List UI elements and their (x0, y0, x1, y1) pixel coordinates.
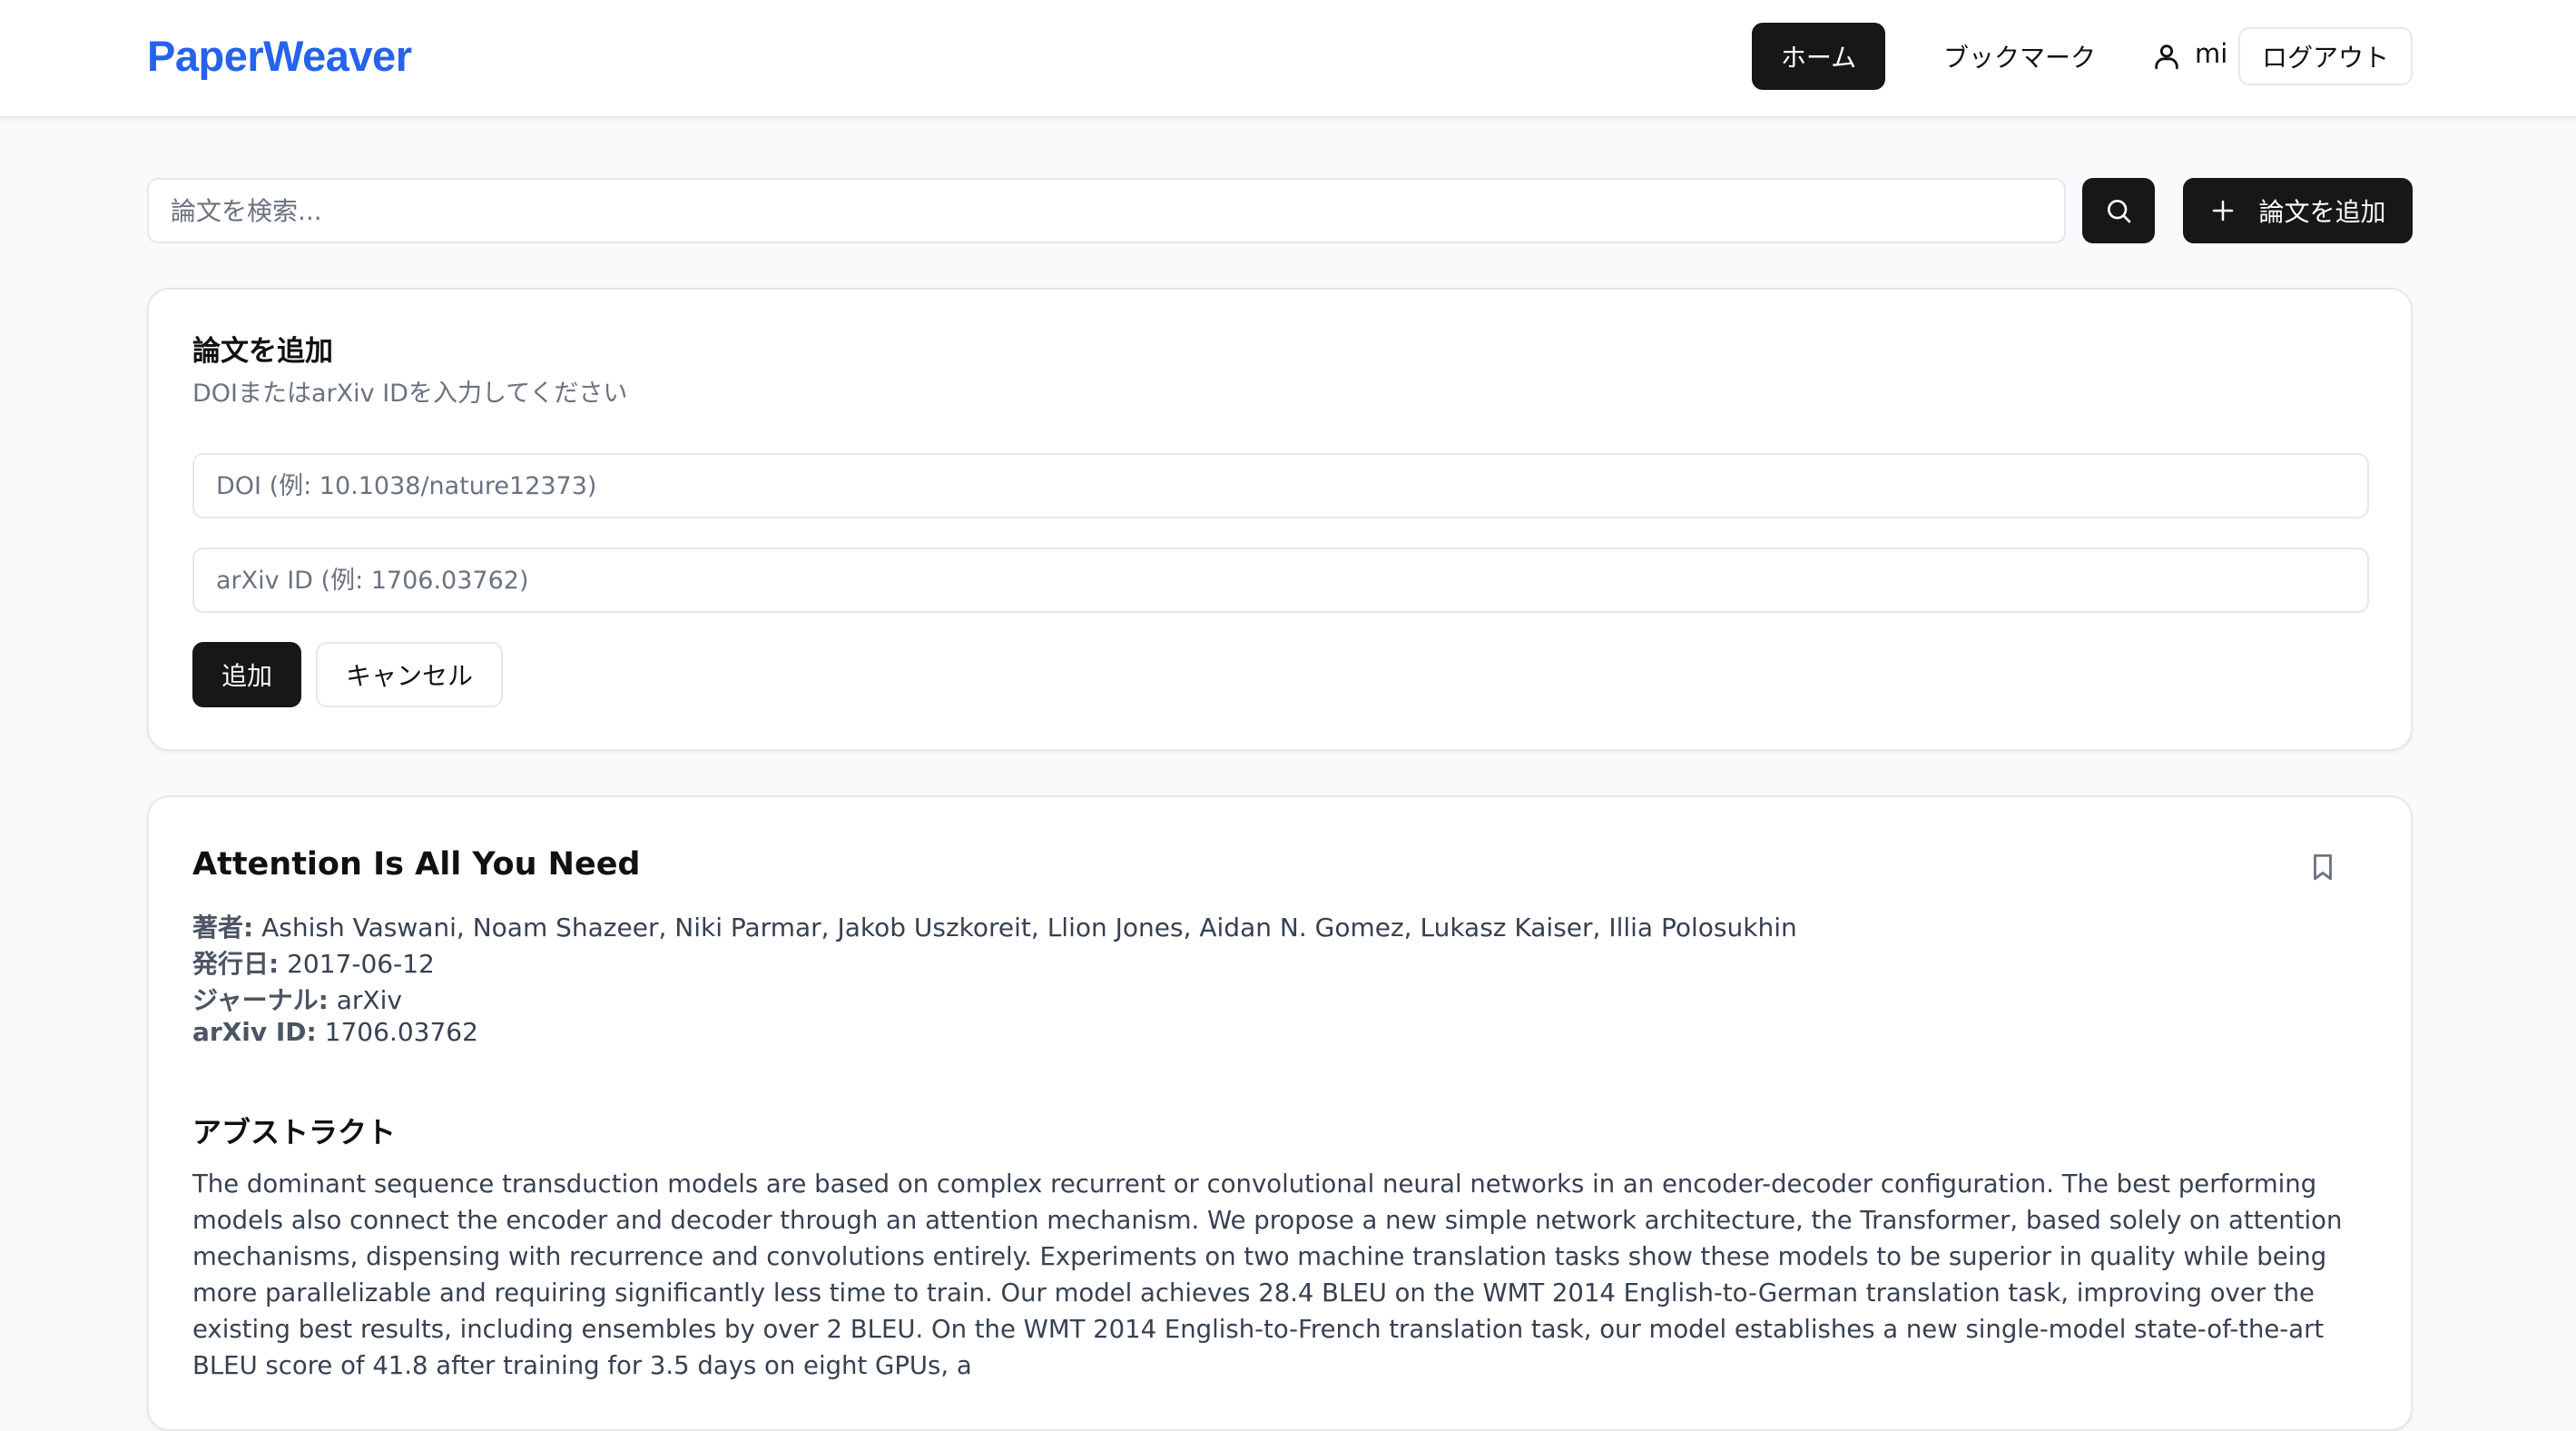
published-label: 発行日: (192, 949, 280, 979)
paper-title[interactable]: Attention Is All You Need (192, 846, 641, 883)
search-icon (2108, 200, 2131, 223)
paper-card: Attention Is All You Need 著者: Ashish Vas… (147, 795, 2413, 1431)
journal-value: arXiv (336, 985, 402, 1015)
nav-bookmark-link[interactable]: ブックマーク (1924, 23, 2115, 90)
add-paper-label: 論文を追加 (2258, 197, 2386, 227)
add-paper-button[interactable]: 論文を追加 (2183, 178, 2413, 243)
search-input[interactable] (147, 178, 2066, 243)
cancel-button[interactable]: キャンセル (316, 642, 503, 707)
arxiv-id-input[interactable] (192, 548, 2369, 613)
paper-published: 発行日: 2017-06-12 (192, 944, 435, 981)
top-header: PaperWeaver ホーム ブックマーク mi ログアウト (0, 0, 2576, 118)
paper-authors: 著者: Ashish Vaswani, Noam Shazeer, Niki P… (192, 908, 1797, 944)
plus-icon (2213, 200, 2234, 222)
arxiv-value: 1706.03762 (324, 1017, 478, 1047)
paper-arxiv-id: arXiv ID: 1706.03762 (192, 1017, 478, 1047)
authors-label: 著者: (192, 913, 254, 942)
journal-label: ジャーナル: (192, 985, 329, 1015)
add-form-title: 論文を追加 (192, 335, 333, 368)
add-form-description: DOIまたはarXiv IDを入力してください (192, 380, 628, 408)
search-button[interactable] (2082, 178, 2155, 243)
abstract-text: The dominant sequence transduction model… (192, 1169, 2343, 1380)
add-paper-form: 論文を追加 DOIまたはarXiv IDを入力してください 追加 キャンセル (147, 288, 2413, 751)
published-value: 2017-06-12 (287, 949, 435, 979)
bookmark-icon[interactable] (2307, 852, 2338, 883)
paper-journal: ジャーナル: arXiv (192, 981, 402, 1017)
submit-add-button[interactable]: 追加 (192, 642, 301, 707)
user-icon (2155, 44, 2178, 70)
abstract-heading: アブストラクト (192, 1115, 397, 1150)
nav-home-button[interactable]: ホーム (1752, 23, 1885, 90)
doi-input[interactable] (192, 453, 2369, 518)
app-logo[interactable]: PaperWeaver (147, 31, 412, 81)
user-name: mi (2195, 38, 2228, 69)
logout-button[interactable]: ログアウト (2238, 27, 2413, 85)
authors-value: Ashish Vaswani, Noam Shazeer, Niki Parma… (261, 913, 1797, 942)
arxiv-label: arXiv ID: (192, 1017, 317, 1047)
